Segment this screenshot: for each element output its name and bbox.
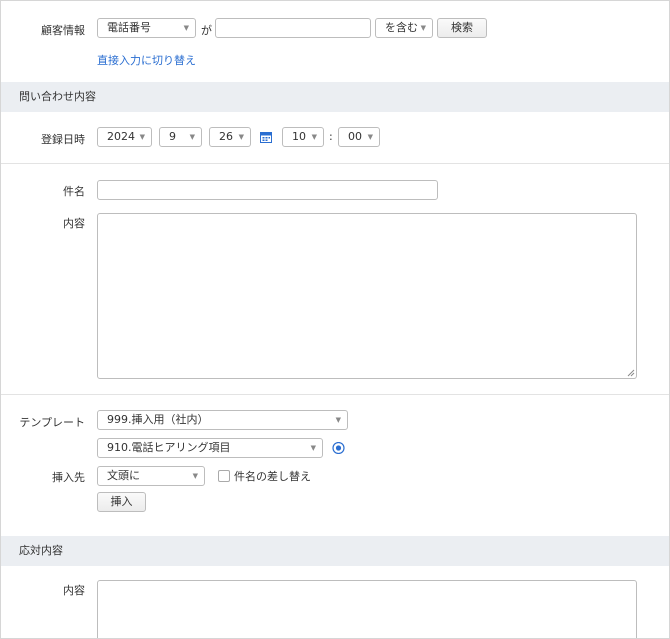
chevron-down-icon: ▼ — [183, 24, 189, 32]
response-content-textarea[interactable] — [97, 580, 637, 638]
customer-search-input[interactable] — [215, 18, 371, 38]
chevron-down-icon: ▼ — [367, 133, 373, 141]
time-separator: : — [329, 130, 333, 143]
customer-field-value: 電話番号 — [107, 21, 151, 34]
response-section-title: 応対内容 — [19, 544, 63, 557]
day-value: 26 — [219, 130, 233, 143]
response-section-header: 応対内容 — [1, 536, 669, 566]
template-category-value: 999.挿入用（社内） — [107, 413, 209, 426]
match-type-value: を含む — [385, 21, 418, 34]
template-category-select[interactable]: 999.挿入用（社内） ▼ — [97, 410, 348, 430]
insert-button[interactable]: 挿入 — [97, 492, 146, 512]
subject-label: 件名 — [63, 185, 85, 198]
search-button[interactable]: 検索 — [437, 18, 487, 38]
chevron-down-icon: ▼ — [238, 133, 244, 141]
chevron-down-icon: ▼ — [420, 24, 426, 32]
response-content-label: 内容 — [63, 584, 85, 597]
subject-input[interactable] — [97, 180, 438, 200]
calendar-icon[interactable] — [260, 131, 272, 143]
template-label: テンプレート — [19, 416, 85, 429]
direct-input-link[interactable]: 直接入力に切り替え — [97, 52, 196, 68]
chevron-down-icon: ▼ — [311, 133, 317, 141]
chevron-down-icon: ▼ — [189, 133, 195, 141]
chevron-down-icon: ▼ — [335, 416, 341, 424]
minute-select[interactable]: 00 ▼ — [338, 127, 380, 147]
hour-value: 10 — [292, 130, 306, 143]
template-item-value: 910.電話ヒアリング項目 — [107, 441, 231, 454]
replace-subject-checkbox[interactable] — [218, 470, 230, 482]
insert-position-value: 文頭に — [107, 469, 140, 482]
customer-info-label: 顧客情報 — [41, 24, 85, 37]
content-label: 内容 — [63, 217, 85, 230]
insert-position-label: 挿入先 — [52, 471, 85, 484]
match-type-select[interactable]: を含む ▼ — [375, 18, 433, 38]
registration-date-label: 登録日時 — [41, 133, 85, 146]
month-select[interactable]: 9 ▼ — [159, 127, 202, 147]
chevron-down-icon: ▼ — [192, 472, 198, 480]
hour-select[interactable]: 10 ▼ — [282, 127, 324, 147]
day-select[interactable]: 26 ▼ — [209, 127, 251, 147]
inquiry-section-title: 問い合わせ内容 — [19, 90, 96, 103]
insert-position-select[interactable]: 文頭に ▼ — [97, 466, 205, 486]
divider — [1, 163, 669, 164]
template-item-select[interactable]: 910.電話ヒアリング項目 ▼ — [97, 438, 323, 458]
year-select[interactable]: 2024 ▼ — [97, 127, 152, 147]
content-textarea[interactable] — [97, 213, 637, 379]
form-panel: 顧客情報 電話番号 ▼ が を含む ▼ 検索 直接入力に切り替え 問い合わせ内容… — [0, 0, 670, 639]
month-value: 9 — [169, 130, 176, 143]
replace-subject-label: 件名の差し替え — [234, 470, 311, 483]
customer-field-select[interactable]: 電話番号 ▼ — [97, 18, 196, 38]
year-value: 2024 — [107, 130, 135, 143]
particle-text: が — [201, 24, 212, 37]
preview-eye-icon[interactable] — [332, 442, 345, 454]
chevron-down-icon: ▼ — [139, 133, 145, 141]
chevron-down-icon: ▼ — [310, 444, 316, 452]
minute-value: 00 — [348, 130, 362, 143]
resize-handle-icon[interactable] — [627, 369, 635, 377]
divider — [1, 394, 669, 395]
inquiry-section-header: 問い合わせ内容 — [1, 82, 669, 112]
